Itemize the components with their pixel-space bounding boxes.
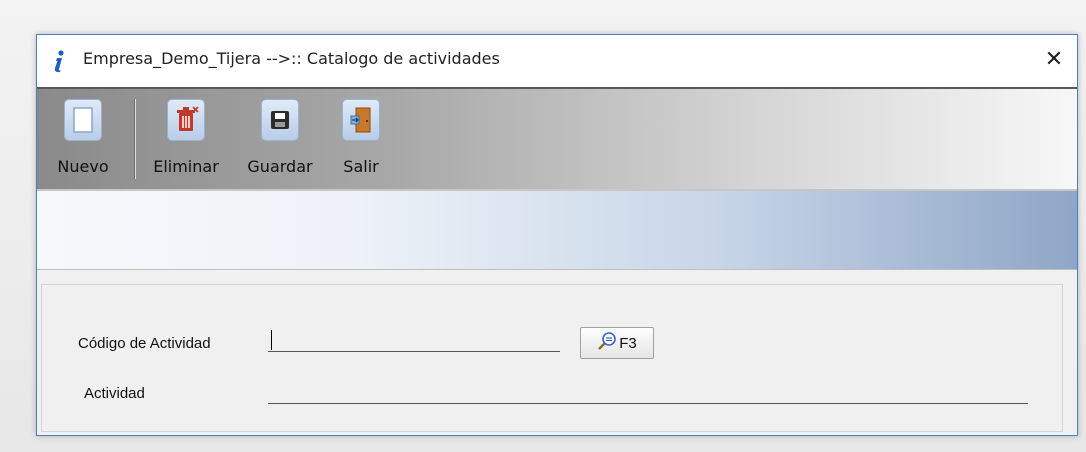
eliminar-label: Eliminar	[153, 157, 219, 176]
new-document-icon	[64, 99, 102, 141]
close-button[interactable]: ✕	[1031, 35, 1077, 83]
form-group: Código de Actividad F3 Actividad	[41, 284, 1063, 432]
save-icon	[261, 99, 299, 141]
salir-button[interactable]: Salir	[331, 95, 391, 185]
salir-label: Salir	[343, 157, 379, 176]
search-icon	[597, 331, 617, 355]
form-panel: Código de Actividad F3 Actividad	[37, 269, 1077, 435]
catalog-window: Empresa_Demo_Tijera -->:: Catalogo de ac…	[36, 34, 1078, 436]
actividad-label: Actividad	[84, 385, 145, 402]
header-banner	[37, 189, 1077, 269]
window-title: Empresa_Demo_Tijera -->:: Catalogo de ac…	[83, 49, 500, 68]
actividad-input[interactable]	[268, 381, 1028, 404]
text-caret	[271, 330, 272, 350]
info-icon	[51, 49, 67, 73]
eliminar-button[interactable]: Eliminar	[143, 95, 229, 185]
close-icon: ✕	[1044, 46, 1064, 72]
guardar-button[interactable]: Guardar	[237, 95, 323, 185]
search-f3-button[interactable]: F3	[580, 327, 654, 359]
toolbar: Nuevo Eliminar Guardar Salir	[37, 87, 1077, 191]
guardar-label: Guardar	[247, 157, 313, 176]
title-bar: Empresa_Demo_Tijera -->:: Catalogo de ac…	[37, 35, 1077, 87]
nuevo-button[interactable]: Nuevo	[43, 95, 123, 185]
exit-door-icon	[342, 99, 380, 141]
toolbar-separator	[134, 99, 136, 179]
nuevo-label: Nuevo	[57, 157, 109, 176]
search-button-label: F3	[619, 334, 637, 352]
codigo-actividad-input[interactable]	[268, 329, 560, 352]
codigo-actividad-label: Código de Actividad	[78, 335, 211, 352]
trash-icon	[167, 99, 205, 141]
